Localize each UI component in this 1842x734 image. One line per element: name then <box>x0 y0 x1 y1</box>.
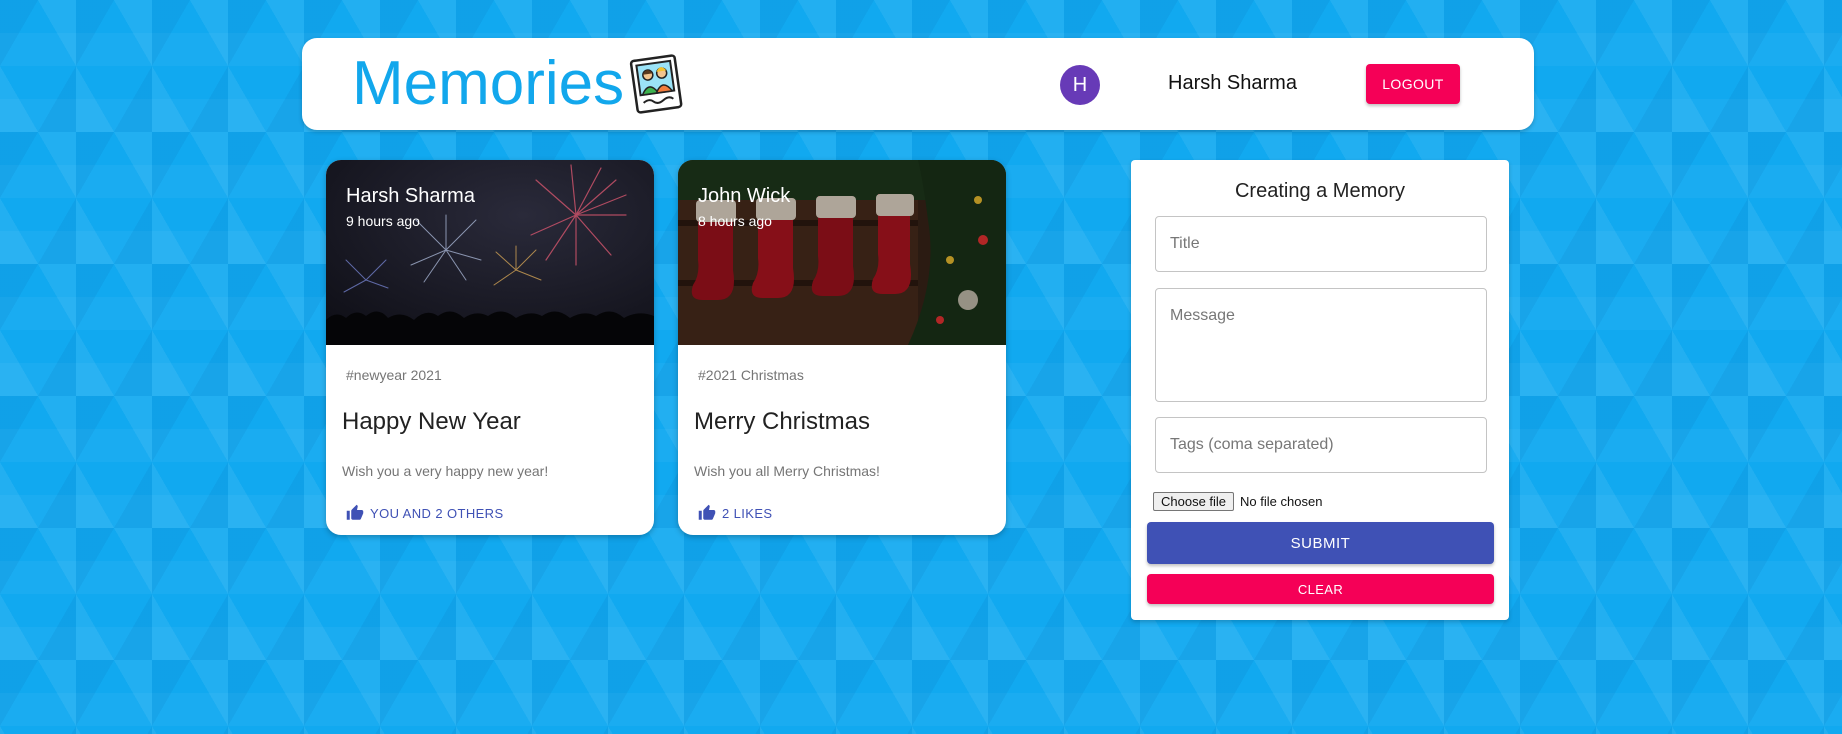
tags-placeholder: Tags (coma separated) <box>1170 436 1334 453</box>
post-author: John Wick <box>698 185 791 207</box>
choose-file-button[interactable]: Choose file <box>1153 492 1235 511</box>
avatar[interactable]: H <box>1060 65 1100 105</box>
post-tags: #newyear 2021 <box>346 367 442 383</box>
post-image-fireworks: Harsh Sharma 9 hours ago <box>326 160 654 345</box>
create-memory-form: Creating a Memory Title Message Tags (co… <box>1131 160 1509 620</box>
like-button[interactable]: 2 LIKES <box>698 500 773 526</box>
like-count: YOU AND 2 OTHERS <box>370 505 504 521</box>
file-status: No file chosen <box>1240 494 1323 509</box>
message-input[interactable]: Message <box>1155 288 1487 402</box>
post-message: Wish you all Merry Christmas! <box>694 463 880 479</box>
post-time: 9 hours ago <box>346 213 420 229</box>
title-input[interactable]: Title <box>1155 216 1487 272</box>
like-count: 2 LIKES <box>722 505 773 521</box>
post-author: Harsh Sharma <box>346 185 475 207</box>
like-button[interactable]: YOU AND 2 OTHERS <box>346 500 504 526</box>
title-placeholder: Title <box>1170 235 1200 252</box>
post-title: Happy New Year <box>342 408 521 435</box>
post-tags: #2021 Christmas <box>698 367 804 383</box>
post-time: 8 hours ago <box>698 213 772 229</box>
brand-title[interactable]: Memories <box>352 48 624 120</box>
post-image-christmas-stockings: John Wick 8 hours ago <box>678 160 1006 345</box>
clear-button[interactable]: CLEAR <box>1147 574 1494 604</box>
submit-button[interactable]: SUBMIT <box>1147 522 1494 564</box>
user-name: Harsh Sharma <box>1168 72 1297 94</box>
post-card: John Wick 8 hours ago #2021 Christmas Me… <box>678 160 1006 535</box>
post-card: Harsh Sharma 9 hours ago #newyear 2021 H… <box>326 160 654 535</box>
post-message: Wish you a very happy new year! <box>342 463 549 479</box>
form-heading: Creating a Memory <box>1234 180 1406 202</box>
app-bar: Memories H Harsh Sharma LOGOUT <box>302 38 1534 130</box>
file-picker: Choose file No file chosen <box>1153 492 1322 511</box>
tags-input[interactable]: Tags (coma separated) <box>1155 417 1487 473</box>
thumb-up-icon <box>698 504 716 520</box>
photo-memories-icon <box>629 54 683 114</box>
post-title: Merry Christmas <box>694 408 871 435</box>
thumb-up-icon <box>346 504 364 520</box>
logout-button[interactable]: LOGOUT <box>1366 64 1460 104</box>
message-placeholder: Message <box>1170 307 1235 324</box>
